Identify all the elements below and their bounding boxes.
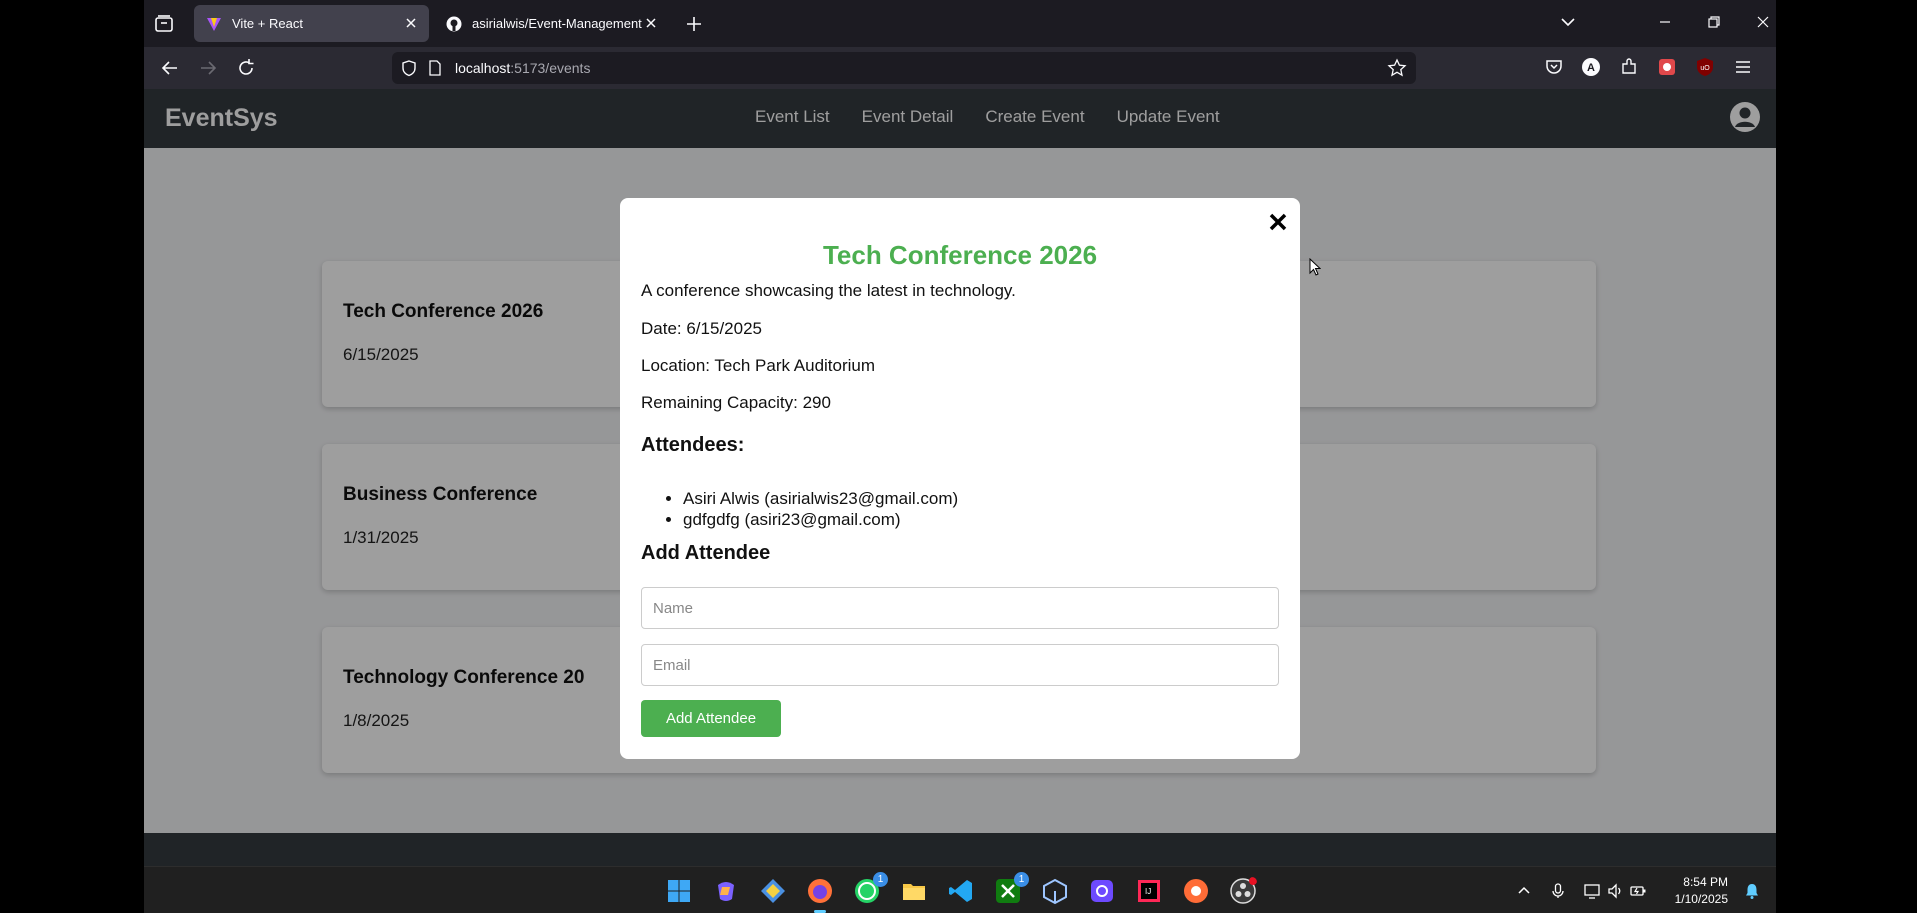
event-date-detail: Date: 6/15/2025 — [641, 319, 762, 338]
restore-icon[interactable] — [1702, 10, 1726, 34]
notification-badge: 1 — [873, 872, 888, 887]
windows-taskbar: 1 1 IJ 8:54 PM 1/10/2025 — [144, 866, 1776, 913]
browser-window: Vite + React asirialwis/Event-Management… — [144, 0, 1776, 913]
svg-text:IJ: IJ — [1145, 887, 1151, 896]
event-detail-modal: Tech Conference 2026 A conference showca… — [620, 198, 1300, 759]
windows-start-icon[interactable] — [665, 877, 693, 905]
close-window-icon[interactable] — [1751, 10, 1775, 34]
close-icon[interactable] — [1266, 210, 1290, 234]
forward-icon[interactable] — [196, 56, 220, 80]
web-page: EventSys Event List Event Detail Create … — [144, 89, 1776, 866]
reload-icon[interactable] — [234, 56, 258, 80]
event-description: A conference showcasing the latest in te… — [641, 281, 1016, 300]
attendees-heading: Attendees: — [641, 434, 745, 456]
battery-icon[interactable] — [1629, 882, 1647, 900]
event-location: Location: Tech Park Auditorium — [641, 356, 876, 375]
pocket-icon[interactable] — [1543, 56, 1565, 78]
tab-title: Vite + React — [232, 16, 303, 31]
shield-icon[interactable] — [400, 59, 418, 77]
tab-title: asirialwis/Event-Management-S — [472, 16, 642, 31]
postman-icon[interactable] — [1182, 877, 1210, 905]
clock-time: 8:54 PM — [1683, 875, 1728, 889]
account-icon[interactable]: A — [1580, 56, 1602, 78]
clock-date: 1/10/2025 — [1674, 892, 1728, 906]
remaining-capacity: Remaining Capacity: 290 — [641, 393, 831, 412]
url-text: localhost:5173/events — [455, 60, 591, 76]
vite-icon — [207, 17, 221, 31]
virtualbox-icon[interactable] — [1041, 877, 1069, 905]
page-info-icon[interactable] — [428, 60, 442, 76]
svg-text:uO: uO — [1700, 65, 1710, 72]
file-explorer-icon[interactable] — [900, 877, 928, 905]
whatsapp-taskbar-button[interactable]: 1 — [853, 872, 888, 905]
modal-title: Tech Conference 2026 — [822, 240, 1098, 270]
menu-icon[interactable] — [1732, 56, 1754, 78]
intellij-icon[interactable]: IJ — [1135, 877, 1163, 905]
notification-bell-icon[interactable] — [1743, 882, 1761, 900]
add-attendee-button[interactable]: Add Attendee — [641, 700, 781, 737]
vscode-icon[interactable] — [947, 877, 975, 905]
close-tab-icon[interactable] — [643, 15, 659, 31]
firefox-taskbar-button[interactable] — [806, 877, 834, 913]
proton-vpn-icon[interactable] — [1088, 877, 1116, 905]
close-tab-icon[interactable] — [403, 15, 419, 31]
copilot-icon[interactable] — [712, 877, 740, 905]
microphone-icon[interactable] — [1549, 882, 1567, 900]
attendee-list: Asiri Alwis (asirialwis23@gmail.com) gdf… — [683, 488, 958, 530]
ublock-icon[interactable]: uO — [1694, 56, 1716, 78]
notification-badge: 1 — [1014, 872, 1029, 887]
back-icon[interactable] — [158, 56, 182, 80]
add-attendee-heading: Add Attendee — [641, 542, 771, 564]
github-icon — [446, 16, 462, 31]
minimize-icon[interactable] — [1653, 10, 1677, 34]
extensions-icon[interactable] — [1618, 56, 1640, 78]
xbox-taskbar-button[interactable]: 1 — [994, 872, 1029, 905]
red-extension-icon[interactable] — [1656, 56, 1678, 78]
list-all-tabs-icon[interactable] — [1556, 10, 1580, 34]
tab-list-icon[interactable] — [152, 12, 176, 36]
tab-vite-react[interactable]: Vite + React — [194, 5, 429, 42]
chevron-up-icon[interactable] — [1515, 882, 1533, 900]
bookmark-star-icon[interactable] — [1387, 58, 1407, 78]
svg-text:A: A — [1587, 62, 1595, 74]
navigation-toolbar: localhost:5173/events A uO — [144, 47, 1776, 89]
attendee-item: Asiri Alwis (asirialwis23@gmail.com) — [683, 488, 958, 509]
system-clock[interactable]: 8:54 PM 1/10/2025 — [1664, 874, 1728, 908]
attendee-item: gdfgdfg (asiri23@gmail.com) — [683, 509, 958, 530]
email-input[interactable] — [641, 644, 1279, 686]
firefox-icon — [808, 879, 832, 903]
obs-icon[interactable] — [1229, 877, 1257, 905]
network-icon[interactable] — [1583, 882, 1601, 900]
new-tab-icon[interactable] — [682, 12, 706, 36]
dev-tool-icon[interactable] — [759, 877, 787, 905]
tab-github[interactable]: asirialwis/Event-Management-S — [434, 5, 669, 42]
name-input[interactable] — [641, 587, 1279, 629]
url-bar[interactable]: localhost:5173/events — [392, 52, 1416, 84]
tab-bar: Vite + React asirialwis/Event-Management… — [144, 0, 1776, 47]
mouse-cursor-icon — [1309, 258, 1321, 276]
volume-icon[interactable] — [1606, 882, 1624, 900]
